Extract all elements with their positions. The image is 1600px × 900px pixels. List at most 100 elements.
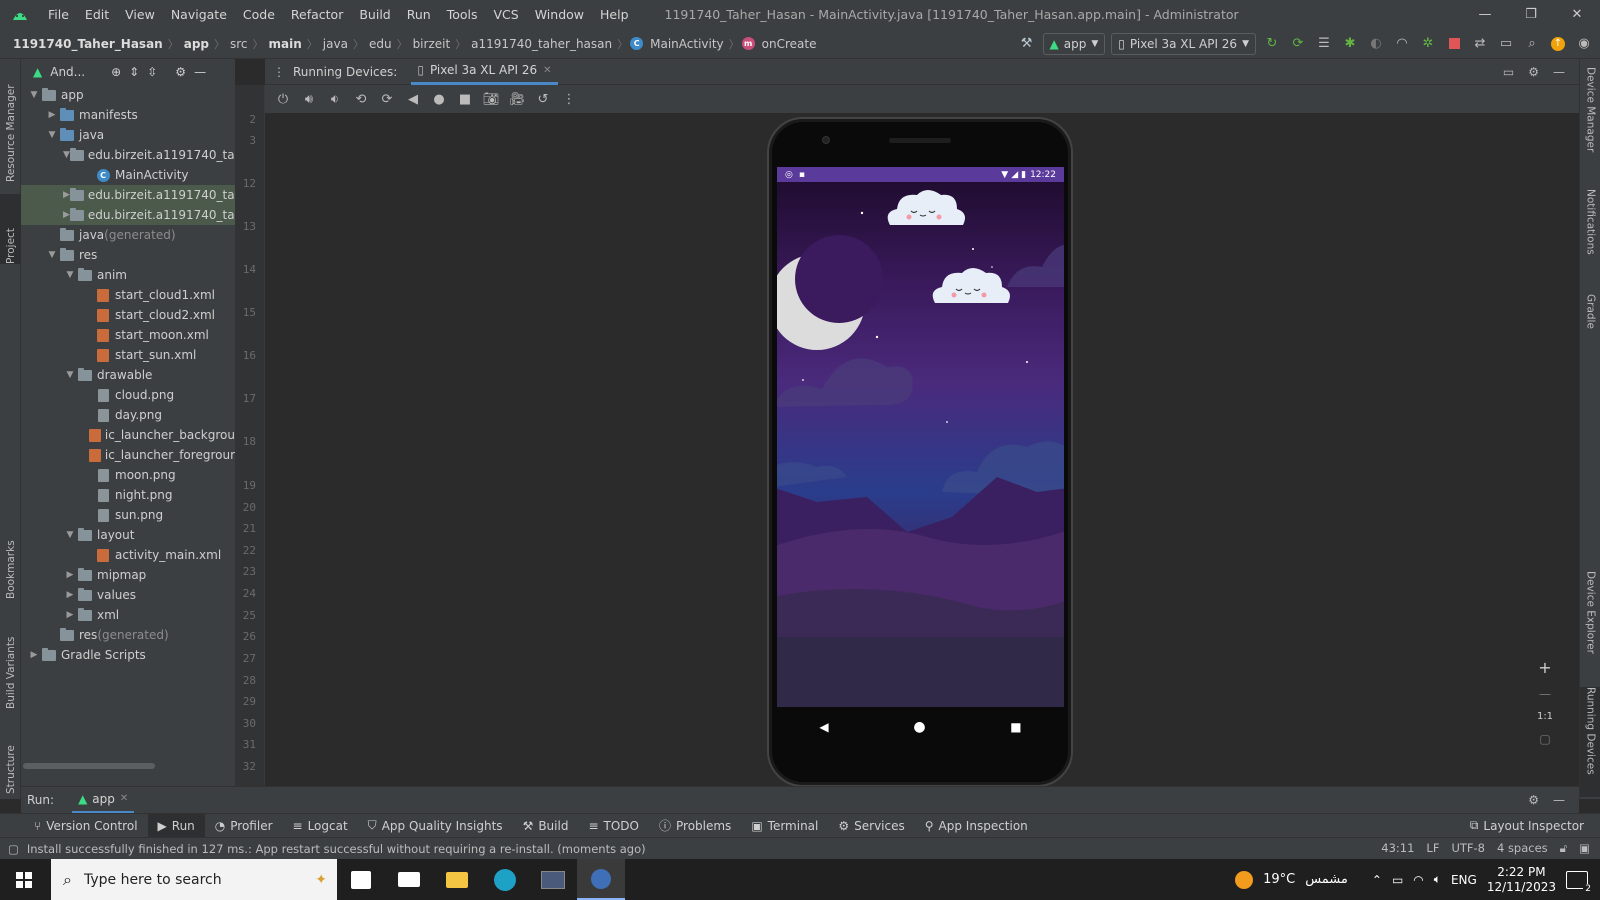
- device-dropdown[interactable]: ▯ Pixel 3a XL API 26 ▼: [1111, 32, 1256, 55]
- device-tab[interactable]: ▯ Pixel 3a XL API 26 ✕: [411, 59, 558, 85]
- gear-icon[interactable]: ⚙: [1528, 65, 1539, 79]
- breadcrumb-item[interactable]: a1191740_taher_hasan: [468, 37, 615, 51]
- close-tab-icon[interactable]: ✕: [543, 65, 551, 76]
- tool-tab-app-quality-insights[interactable]: ⛉ App Quality Insights: [358, 814, 513, 838]
- menu-help[interactable]: Help: [592, 0, 637, 29]
- chevron-right-icon[interactable]: ▶: [63, 570, 77, 580]
- tool-tab-profiler[interactable]: ◔ Profiler: [205, 814, 283, 838]
- close-button[interactable]: ✕: [1554, 0, 1600, 29]
- caret-position[interactable]: 43:11: [1381, 841, 1414, 856]
- menu-code[interactable]: Code: [235, 0, 283, 29]
- battery-icon[interactable]: ▭: [1392, 873, 1403, 887]
- breadcrumb-item[interactable]: MainActivity: [647, 37, 727, 51]
- chevron-right-icon[interactable]: ▶: [63, 210, 70, 220]
- chevron-down-icon[interactable]: ▼: [63, 530, 77, 540]
- tool-tab-build[interactable]: ⚒ Build: [513, 814, 579, 838]
- hide-panel-icon[interactable]: —: [194, 65, 206, 79]
- home-icon[interactable]: ●: [913, 719, 925, 735]
- taskbar-search-box[interactable]: ⌕ Type here to search ✦: [51, 859, 337, 900]
- tool-tab-app-inspection[interactable]: ⚲ App Inspection: [915, 814, 1038, 838]
- start-button[interactable]: [0, 859, 48, 900]
- overview-icon[interactable]: ■: [1010, 720, 1021, 734]
- stop-icon[interactable]: [1444, 34, 1464, 54]
- layout-inspector-tab[interactable]: ⧉ Layout Inspector: [1460, 814, 1600, 838]
- menu-run[interactable]: Run: [399, 0, 439, 29]
- restore-button[interactable]: ❐: [1508, 0, 1554, 29]
- device-manager-icon[interactable]: ▭: [1496, 34, 1516, 54]
- chevron-up-icon[interactable]: ⌃: [1372, 873, 1382, 887]
- tree-item[interactable]: ▶ edu.birzeit.a1191740_tahe: [21, 205, 235, 225]
- chevron-down-icon[interactable]: ▼: [45, 130, 59, 140]
- tree-item[interactable]: ▶ Gradle Scripts: [21, 645, 235, 665]
- gear-icon[interactable]: ⚙: [175, 65, 186, 79]
- tree-item[interactable]: ▼ java: [21, 125, 235, 145]
- search-icon[interactable]: ⌕: [1522, 34, 1542, 54]
- tree-item[interactable]: activity_main.xml: [21, 545, 235, 565]
- edge-browser-icon[interactable]: [481, 859, 529, 900]
- wifi-icon[interactable]: ◠: [1413, 873, 1423, 887]
- breadcrumb-item[interactable]: main: [266, 37, 305, 51]
- tree-item[interactable]: ▶ edu.birzeit.a1191740_tahe: [21, 185, 235, 205]
- breadcrumb-item[interactable]: java: [320, 37, 351, 51]
- breadcrumb-item[interactable]: app: [181, 37, 212, 51]
- tree-item[interactable]: res (generated): [21, 625, 235, 645]
- breadcrumb-item[interactable]: birzeit: [410, 37, 454, 51]
- collapse-all-icon[interactable]: ⇳: [147, 65, 157, 79]
- chevron-down-icon[interactable]: ▼: [63, 150, 70, 160]
- maximize-icon[interactable]: ▭: [1503, 65, 1514, 79]
- gradle-tab[interactable]: Gradle: [1580, 294, 1600, 349]
- weather-condition[interactable]: مشمس: [1305, 872, 1348, 887]
- tool-tab-logcat[interactable]: ≡ Logcat: [283, 814, 358, 838]
- status-message[interactable]: Install successfully finished in 127 ms.…: [27, 842, 646, 856]
- running-devices-tab[interactable]: Running Devices: [1580, 687, 1600, 797]
- breadcrumb-item[interactable]: 1191740_Taher_Hasan: [10, 37, 166, 51]
- breadcrumb-item[interactable]: onCreate: [759, 37, 820, 51]
- breadcrumb-item[interactable]: edu: [366, 37, 395, 51]
- tree-item[interactable]: night.png: [21, 485, 235, 505]
- chevron-down-icon[interactable]: ▼: [27, 90, 41, 100]
- attach-debugger-icon[interactable]: ✲: [1418, 34, 1438, 54]
- tree-item[interactable]: C MainActivity: [21, 165, 235, 185]
- volume-icon[interactable]: 🔈︎: [1434, 872, 1441, 887]
- mail-icon[interactable]: [385, 859, 433, 900]
- hide-panel-icon[interactable]: —: [1553, 65, 1565, 79]
- app-launcher-icon[interactable]: [529, 859, 577, 900]
- zoom-actual-button[interactable]: 1:1: [1537, 711, 1553, 722]
- tool-tab-todo[interactable]: ≡ TODO: [578, 814, 649, 838]
- project-view-selector[interactable]: And...: [50, 65, 85, 79]
- menu-refactor[interactable]: Refactor: [283, 0, 351, 29]
- volume-up-icon[interactable]: 🔊︎: [299, 89, 319, 109]
- horizontal-scrollbar[interactable]: [23, 763, 155, 769]
- expand-all-icon[interactable]: ⇕: [129, 65, 139, 79]
- bookmarks-tab[interactable]: Bookmarks: [0, 524, 21, 599]
- menu-tools[interactable]: Tools: [439, 0, 486, 29]
- tree-item[interactable]: ▶ mipmap: [21, 565, 235, 585]
- lock-icon[interactable]: 🔓︎: [1560, 841, 1567, 856]
- hide-panel-icon[interactable]: —: [1553, 793, 1565, 807]
- microsoft-store-icon[interactable]: [337, 859, 385, 900]
- menu-build[interactable]: Build: [351, 0, 398, 29]
- chevron-down-icon[interactable]: ▼: [45, 250, 59, 260]
- tree-item[interactable]: ic_launcher_foregrour: [21, 445, 235, 465]
- more-options-icon[interactable]: ⋮: [559, 89, 579, 109]
- line-separator[interactable]: LF: [1426, 841, 1439, 856]
- file-explorer-icon[interactable]: [433, 859, 481, 900]
- gear-icon[interactable]: ⚙: [1528, 793, 1539, 807]
- project-tab[interactable]: Project: [0, 194, 21, 264]
- tree-item[interactable]: start_sun.xml: [21, 345, 235, 365]
- run-config-dropdown[interactable]: ▲ app ▼: [1042, 32, 1106, 55]
- tree-item[interactable]: moon.png: [21, 465, 235, 485]
- sync-gradle-icon[interactable]: ⇄: [1470, 34, 1490, 54]
- tool-tab-problems[interactable]: ⓘ Problems: [649, 814, 741, 838]
- menu-view[interactable]: View: [117, 0, 163, 29]
- account-icon[interactable]: ◉: [1574, 34, 1594, 54]
- hammer-icon[interactable]: ⚒: [1017, 34, 1037, 54]
- menu-edit[interactable]: Edit: [77, 0, 117, 29]
- tree-item[interactable]: java (generated): [21, 225, 235, 245]
- chevron-right-icon[interactable]: ▶: [27, 650, 41, 660]
- device-manager-tab[interactable]: Device Manager: [1580, 67, 1600, 177]
- locate-icon[interactable]: ⊕: [111, 65, 121, 79]
- menu-window[interactable]: Window: [527, 0, 592, 29]
- chevron-down-icon[interactable]: ▼: [63, 270, 77, 280]
- clock[interactable]: 2:22 PM 12/11/2023: [1487, 865, 1556, 895]
